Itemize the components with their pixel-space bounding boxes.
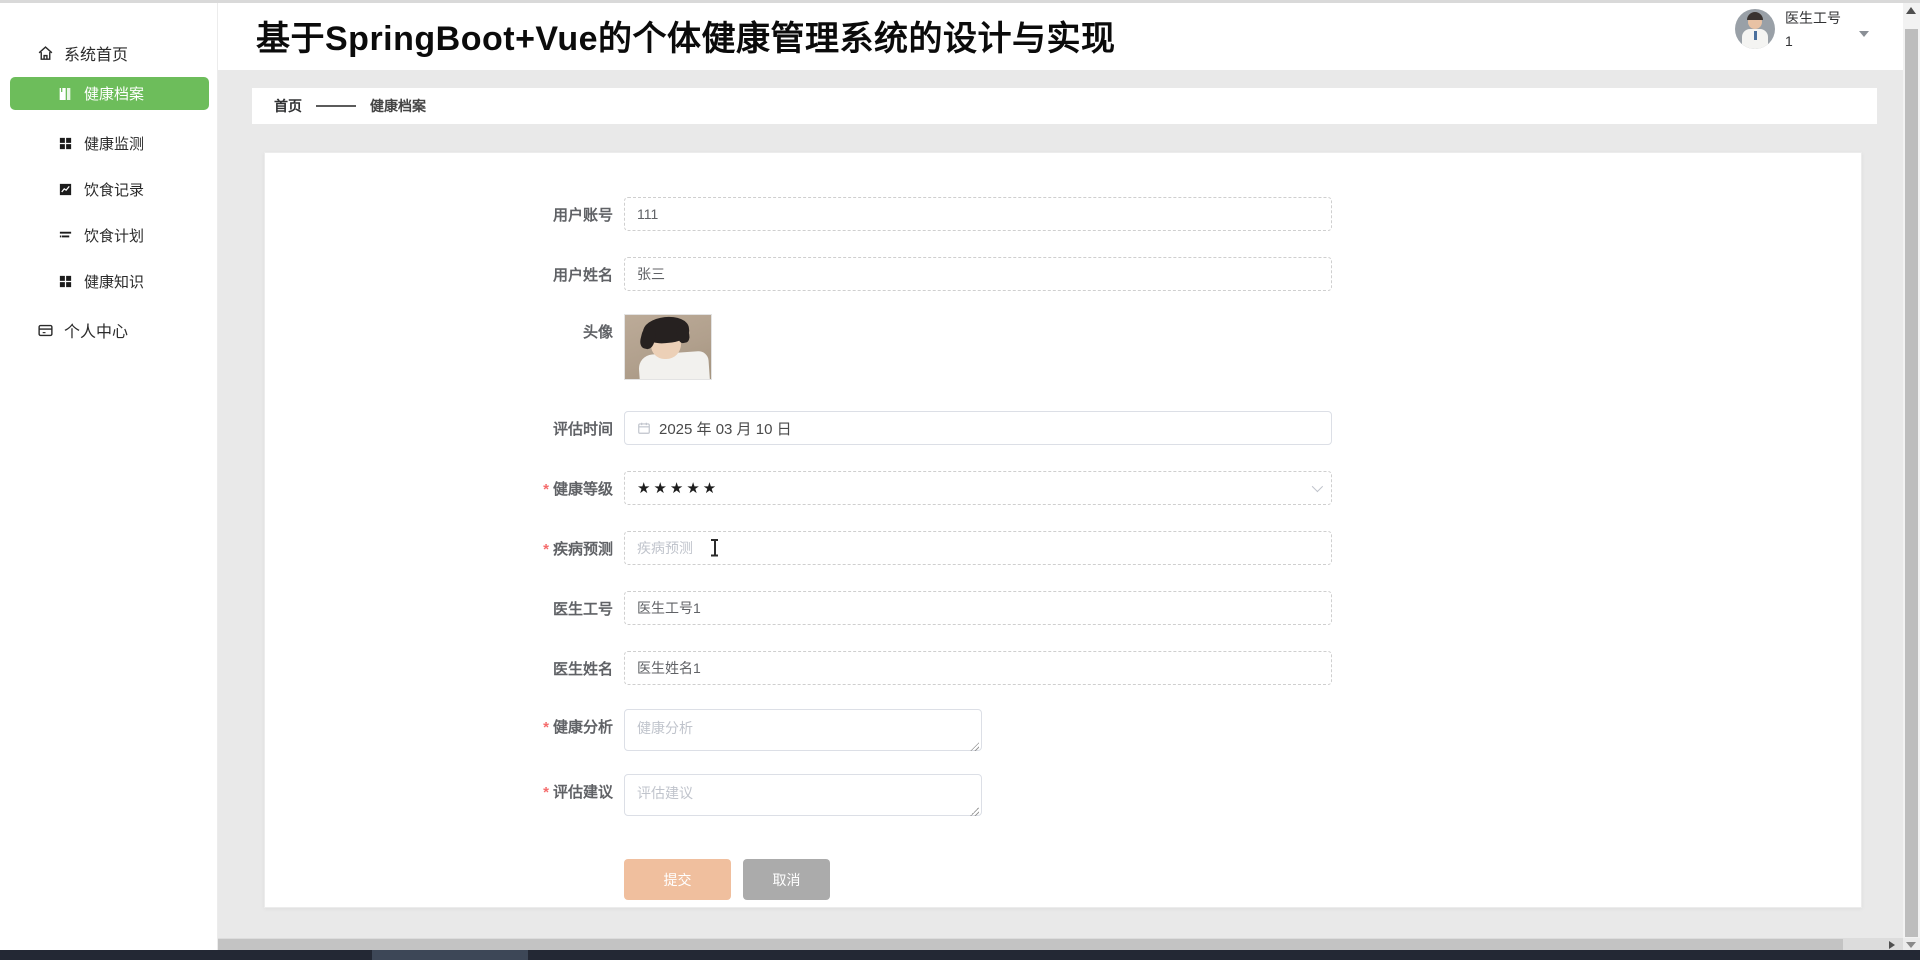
form-row-disease-predict: * 疾病预测: [265, 531, 1861, 565]
field-label: 医生姓名: [552, 661, 613, 678]
sidebar-item-label: 健康档案: [84, 86, 145, 103]
doctor-name-input[interactable]: [624, 651, 1332, 685]
user-name-input[interactable]: [624, 257, 1332, 291]
field-label: * 疾病预测: [543, 541, 613, 558]
breadcrumb-home-link[interactable]: 首页: [274, 96, 302, 116]
resize-handle-icon[interactable]: [970, 807, 979, 816]
user-account-input[interactable]: [624, 197, 1332, 231]
card-icon: [36, 321, 54, 339]
required-marker: *: [543, 481, 549, 498]
sidebar-item-health-monitor[interactable]: 健康监测: [0, 132, 217, 154]
user-id: 1: [1785, 33, 1793, 49]
health-analysis-textarea[interactable]: [624, 709, 982, 751]
grid-icon: [56, 272, 74, 290]
field-label: 头像: [582, 324, 613, 341]
form-row-assess-advice: * 评估建议: [265, 774, 1861, 821]
form-row-user-account: 用户账号: [265, 197, 1861, 231]
user-photo[interactable]: [624, 314, 712, 380]
breadcrumb: 首页 健康档案: [252, 88, 1877, 124]
sidebar-item-health-archive[interactable]: 健康档案: [10, 77, 209, 110]
calendar-icon: [637, 421, 651, 435]
sidebar-item-personal-center[interactable]: 个人中心: [0, 316, 217, 344]
form-row-health-analysis: * 健康分析: [265, 709, 1861, 756]
health-level-select[interactable]: ★★★★★: [624, 471, 1332, 505]
sidebar: 系统首页 健康档案 健康监测 饮食记录 饮食计划 健康知识 个人中心: [0, 3, 218, 950]
header: 基于SpringBoot+Vue的个体健康管理系统的设计与实现 医生工号 1: [218, 3, 1903, 70]
sidebar-item-diet-plan[interactable]: 饮食计划: [0, 224, 217, 246]
user-name: 医生工号: [1785, 10, 1841, 26]
cancel-button[interactable]: 取消: [743, 859, 830, 900]
field-label: * 健康分析: [543, 719, 613, 736]
assess-date-picker[interactable]: 2025 年 03 月 10 日: [624, 411, 1332, 445]
form-row-assess-date: 评估时间 2025 年 03 月 10 日: [265, 411, 1861, 445]
vertical-scrollbar-thumb[interactable]: [1905, 29, 1918, 937]
resize-handle-icon[interactable]: [970, 742, 979, 751]
form-row-doctor-no: 医生工号: [265, 591, 1861, 625]
form-row-avatar: 头像: [265, 314, 1861, 380]
doctor-avatar: [1735, 9, 1775, 49]
required-marker: *: [543, 784, 549, 801]
field-label: 医生工号: [552, 601, 613, 618]
grid-icon: [56, 134, 74, 152]
doctor-no-input[interactable]: [624, 591, 1332, 625]
field-label: * 评估建议: [543, 784, 613, 801]
health-level-value: ★★★★★: [637, 480, 720, 497]
chart-icon: [56, 180, 74, 198]
sidebar-item-system-home[interactable]: 系统首页: [0, 39, 217, 67]
chevron-down-icon[interactable]: [1859, 31, 1869, 37]
breadcrumb-separator: [316, 105, 356, 107]
sidebar-item-label: 健康知识: [84, 273, 145, 291]
sidebar-item-label: 系统首页: [64, 47, 129, 64]
form-row-user-name: 用户姓名: [265, 257, 1861, 291]
scroll-right-icon[interactable]: [1889, 941, 1895, 949]
sidebar-item-label: 个人中心: [64, 324, 129, 341]
form-card: 用户账号 用户姓名 头像 评估时间 2025 年 03 月 10 日: [264, 152, 1862, 908]
field-label: 评估时间: [552, 421, 613, 438]
list-icon: [56, 226, 74, 244]
form-actions: 提交 取消: [624, 859, 1861, 900]
sidebar-item-label: 饮食记录: [84, 181, 145, 199]
sidebar-item-label: 饮食计划: [84, 227, 145, 245]
scroll-down-icon[interactable]: [1906, 942, 1916, 948]
home-icon: [36, 44, 54, 62]
scroll-up-icon[interactable]: [1906, 7, 1916, 14]
text-cursor: [710, 538, 719, 558]
assess-date-value: 2025 年 03 月 10 日: [659, 420, 792, 438]
archive-icon: [56, 85, 74, 103]
vertical-scrollbar[interactable]: [1903, 3, 1920, 950]
form-row-health-level: * 健康等级 ★★★★★: [265, 471, 1861, 505]
chevron-down-icon: [1311, 480, 1324, 493]
sidebar-item-label: 健康监测: [84, 135, 145, 153]
sidebar-item-health-knowledge[interactable]: 健康知识: [0, 270, 217, 292]
sidebar-item-diet-record[interactable]: 饮食记录: [0, 178, 217, 200]
user-menu[interactable]: 医生工号 1: [1735, 9, 1869, 49]
window-top-border: [0, 0, 1920, 3]
required-marker: *: [543, 541, 549, 558]
disease-predict-input[interactable]: [624, 531, 1332, 565]
field-label: * 健康等级: [543, 481, 613, 498]
field-label: 用户姓名: [552, 267, 613, 284]
assess-advice-textarea[interactable]: [624, 774, 982, 816]
breadcrumb-current: 健康档案: [370, 98, 426, 114]
field-label: 用户账号: [552, 207, 613, 224]
submit-button[interactable]: 提交: [624, 859, 731, 900]
taskbar-edge-highlight: [372, 950, 528, 960]
taskbar-edge: [0, 950, 1920, 960]
page-title: 基于SpringBoot+Vue的个体健康管理系统的设计与实现: [256, 20, 1116, 58]
form-row-doctor-name: 医生姓名: [265, 651, 1861, 685]
required-marker: *: [543, 719, 549, 736]
